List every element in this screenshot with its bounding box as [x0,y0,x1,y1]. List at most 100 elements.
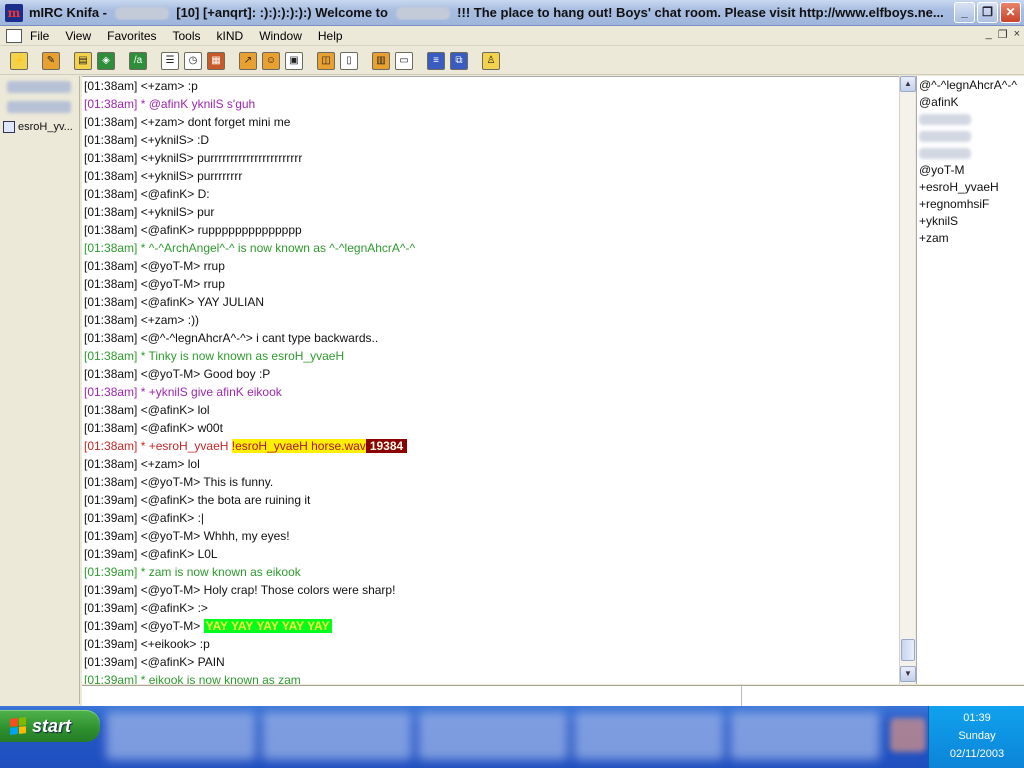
menu-help[interactable]: Help [310,29,351,43]
minimize-button[interactable]: _ [954,2,975,23]
menu-file[interactable]: File [26,29,57,43]
connect-icon[interactable]: ⚡ [10,51,28,70]
mdi-restore-button[interactable]: ❐ [998,28,1008,41]
chat-line: [01:38am] <@yoT-M> This is funny. [82,473,899,491]
chat-line-text: [01:38am] <+zam> :p [84,79,198,93]
tray-icons-redacted[interactable] [890,718,926,752]
switchbar-item-redacted[interactable] [3,78,76,96]
scroll-thumb[interactable] [901,639,915,661]
scroll-up-button[interactable]: ▲ [900,76,916,92]
start-button[interactable]: start [0,710,100,742]
dcc-send-icon[interactable]: ↗ [239,51,257,70]
nick-item[interactable]: @afinK [917,94,1024,111]
nick-item[interactable]: +regnomhsiF [917,196,1024,213]
channel-window-icon[interactable] [6,28,22,43]
scroll-down-button[interactable]: ▼ [900,666,916,682]
chat-line: [01:38am] <+yknilS> pur [82,203,899,221]
window-title: mIRC Knifa - [10] [+anqrt]: :):):):):):)… [29,4,954,21]
chat-line-text: [01:38am] <@yoT-M> Good boy :P [84,367,271,381]
timer-icon[interactable]: ◷ [184,51,202,70]
url-icon[interactable]: ◫ [317,51,335,70]
query-window-icon [3,121,15,133]
script-editor-icon[interactable]: /a [129,51,147,70]
chat-line-text: [01:39am] <@yoT-M> Holy crap! Those colo… [84,583,396,597]
nick-redacted[interactable] [917,145,1024,162]
nick-item[interactable]: +yknilS [917,213,1024,230]
menu-view[interactable]: View [57,29,99,43]
taskbar-button-redacted[interactable] [106,712,256,760]
nick-redacted[interactable] [917,111,1024,128]
options-icon[interactable]: ✎ [42,51,60,70]
cascade-windows-icon[interactable]: ≡ [427,51,445,70]
chat-highlight-dark: 19384 [365,439,408,453]
tile-windows-icon[interactable]: ▭ [395,51,413,70]
dcc-chat-icon[interactable]: ☺ [262,51,280,70]
nick-item[interactable]: +zam [917,230,1024,247]
notes-icon[interactable]: ▥ [372,51,390,70]
chat-line-text: [01:38am] <@afinK> w00t [84,421,223,435]
window-titlebar[interactable]: m mIRC Knifa - [10] [+anqrt]: :):):):):)… [0,0,1024,26]
menu-window[interactable]: Window [251,29,310,43]
chat-line-text: [01:38am] * +esroH_yvaeH [84,439,232,453]
chat-line-text: [01:38am] <+yknilS> pur [84,205,215,219]
nick-list[interactable]: @^-^legnAhcrA^-^ @afinK @yoT-M +esroH_yvaeH… [916,76,1024,684]
chat-line: [01:38am] <@yoT-M> rrup [82,257,899,275]
mirc-app-icon[interactable]: m [5,3,23,22]
message-input[interactable] [82,685,1024,707]
restore-button[interactable]: ❐ [977,2,998,23]
chat-line: [01:38am] <+zam> :p [82,77,899,95]
close-button[interactable]: ✕ [1000,2,1021,23]
toolbar: ⚡ ✎ ▤ ◈ /a ☰ ◷ ▦ ↗ ☺ ▣ ◫ ▯ ▥ ▭ ≡ ⧉ ♙ [0,47,1024,75]
clock-time[interactable]: 01:39 [929,712,1024,724]
switchbar-item-redacted[interactable] [3,98,76,116]
chat-line-text: [01:38am] * ^-^ArchAngel^-^ is now known… [84,241,416,255]
switchbar-item-query[interactable]: esroH_yv... [3,118,76,136]
chat-line: [01:38am] <+yknilS> purrrrrrrr [82,167,899,185]
menu-kind[interactable]: kIND [209,29,252,43]
menu-favorites[interactable]: Favorites [99,29,164,43]
window-title-mid: [10] [+anqrt]: :):):):):):) Welcome to [172,4,392,20]
colors-icon[interactable]: ▦ [207,51,225,70]
nick-redacted[interactable] [917,128,1024,145]
editbox-divider [741,686,742,707]
menu-tools[interactable]: Tools [165,29,209,43]
taskbar-button-redacted[interactable] [262,712,412,760]
nick-item[interactable]: @yoT-M [917,162,1024,179]
taskbar-button-redacted[interactable] [730,712,880,760]
chat-highlight-green: YAY YAY YAY YAY YAY [203,619,332,633]
chat-line-text: [01:38am] <@afinK> lol [84,403,210,417]
chat-line-text: [01:38am] <@^-^legnAhcrA^-^> i cant type… [84,331,379,345]
taskbar-button-redacted[interactable] [574,712,724,760]
address-book-icon[interactable]: ▤ [74,51,92,70]
chat-line-text: [01:38am] <@yoT-M> rrup [84,259,225,273]
chat-line: [01:39am] * zam is now known as eikook [82,563,899,581]
chat-line-text: [01:38am] * @afinK yknilS s'guh [84,97,256,111]
chat-line-text: [01:38am] <@afinK> D: [84,187,210,201]
mdi-close-button[interactable]: × [1014,28,1020,41]
chat-line-text: [01:38am] <@afinK> rupppppppppppppp [84,223,302,237]
chat-line: [01:38am] <+zam> dont forget mini me [82,113,899,131]
chat-line-text: [01:38am] * Tinky is now known as esroH_… [84,349,345,363]
clock-day: Sunday [958,730,996,742]
firewall-icon[interactable]: ◈ [97,51,115,70]
chat-line: [01:38am] <@^-^legnAhcrA^-^> i cant type… [82,329,899,347]
nick-item[interactable]: +esroH_yvaeH [917,179,1024,196]
redacted-nick-label [919,148,971,159]
about-icon[interactable]: ♙ [482,51,500,70]
mdi-minimize-button[interactable]: _ [986,28,992,41]
notify-icon[interactable]: ▣ [285,51,303,70]
nick-item[interactable]: @^-^legnAhcrA^-^ [917,77,1024,94]
chat-scrollbar[interactable]: ▲ ▼ [899,76,916,684]
chat-log[interactable]: [01:38am] <+zam> :p [01:38am] * @afinK yk… [82,76,899,684]
log-icon[interactable]: ▯ [340,51,358,70]
redacted-label [7,101,71,113]
chat-line: [01:38am] <+zam> :)) [82,311,899,329]
chat-line-text: [01:38am] <+zam> dont forget mini me [84,115,291,129]
start-label: start [32,715,72,736]
taskbar-button-redacted[interactable] [418,712,568,760]
window-title-tail: !!! The place to hang out! Boys' chat ro… [453,4,944,20]
tile-horizontal-icon[interactable]: ⧉ [450,51,468,70]
chat-line-text: [01:38am] <+yknilS> purrrrrrrr [84,169,243,183]
chat-line: [01:39am] <@yoT-M> Holy crap! Those colo… [82,581,899,599]
channel-list-icon[interactable]: ☰ [161,51,179,70]
